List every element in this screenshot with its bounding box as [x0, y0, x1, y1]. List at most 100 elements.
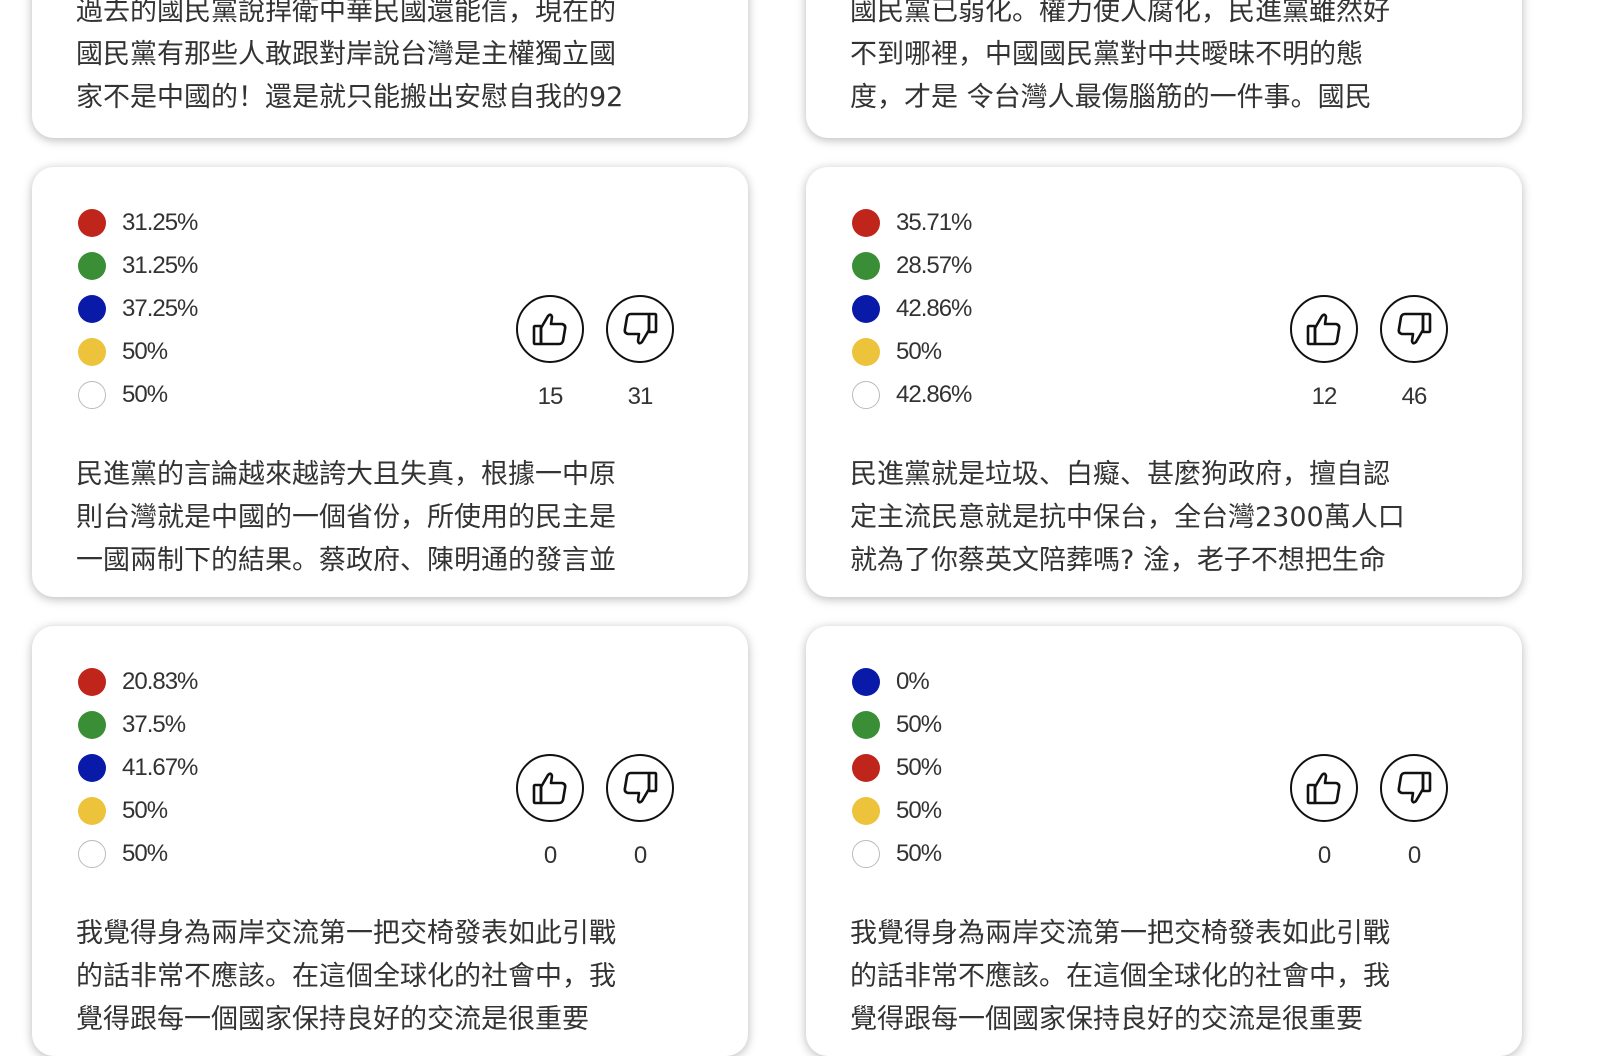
poll-percentage: 42.86%	[896, 380, 972, 408]
poll-option: 50%	[852, 789, 942, 832]
color-dot-icon	[852, 710, 880, 739]
comment-card: 0% 50% 50% 50% 50% 0 0 我覺得身為兩岸交流第一把交椅發表如此引戰 …	[806, 626, 1522, 1056]
color-dot-icon	[78, 710, 106, 739]
vote-controls: 12 46	[1288, 295, 1478, 410]
comment-card: 國民黨已弱化。權力使人腐化，民進黨雖然好 不到哪裡，中國國民黨對中共曖昧不明的態…	[806, 0, 1522, 138]
comment-text: 民進黨就是垃圾、白癡、甚麼狗政府，擅自認 定主流民意就是抗中保台，全台灣2300…	[850, 459, 1405, 576]
comment-card: 35.71% 28.57% 42.86% 50% 42.86% 12 46 民進黨就是垃…	[806, 167, 1522, 597]
poll-percentage: 37.25%	[122, 294, 198, 322]
poll-option: 50%	[78, 330, 197, 373]
dislike-button[interactable]	[606, 295, 674, 363]
comment-card: 20.83% 37.5% 41.67% 50% 50% 0 0 我覺得身為兩岸交流第一把…	[32, 626, 748, 1056]
poll-percentage: 31.25%	[122, 208, 198, 236]
color-dot-icon	[78, 337, 106, 366]
color-dot-icon	[852, 753, 880, 782]
poll-option: 50%	[78, 789, 197, 832]
like-control: 12	[1288, 295, 1360, 411]
color-dot-icon	[78, 796, 106, 825]
like-count: 0	[543, 842, 557, 869]
poll-option: 50%	[78, 373, 197, 416]
poll-stats: 35.71% 28.57% 42.86% 50% 42.86%	[852, 201, 972, 416]
like-button[interactable]	[1290, 754, 1358, 822]
poll-option: 42.86%	[852, 287, 972, 330]
color-dot-icon	[852, 380, 880, 409]
thumbs-down-icon	[1397, 771, 1432, 804]
thumbs-up-icon	[1306, 313, 1341, 346]
color-dot-icon	[78, 839, 106, 868]
like-control: 15	[514, 295, 586, 411]
color-dot-icon	[78, 251, 106, 280]
comment-card: 過去的國民黨說捍衛中華民國還能信，現在的 國民黨有那些人敢跟對岸說台灣是主權獨立…	[32, 0, 748, 138]
poll-option: 37.25%	[78, 287, 198, 330]
vote-controls: 0 0	[1288, 754, 1478, 869]
dislike-count: 0	[633, 842, 647, 869]
color-dot-icon	[852, 839, 880, 868]
poll-percentage: 31.25%	[122, 251, 198, 279]
poll-option: 37.5%	[78, 703, 197, 746]
poll-option: 50%	[852, 832, 942, 875]
dislike-control: 46	[1378, 295, 1450, 411]
like-button[interactable]	[516, 295, 584, 363]
thumbs-up-icon	[1306, 772, 1341, 805]
poll-percentage: 50%	[896, 753, 942, 781]
dislike-button[interactable]	[606, 754, 674, 822]
poll-option: 50%	[852, 703, 942, 746]
color-dot-icon	[78, 208, 106, 237]
dislike-control: 0	[604, 754, 676, 870]
poll-option: 20.83%	[78, 660, 198, 703]
poll-option: 41.67%	[78, 746, 198, 789]
poll-stats: 20.83% 37.5% 41.67% 50% 50%	[78, 660, 198, 875]
comment-text: 國民黨已弱化。權力使人腐化，民進黨雖然好 不到哪裡，中國國民黨對中共曖昧不明的態…	[850, 0, 1390, 113]
poll-option: 50%	[852, 330, 971, 373]
thumbs-up-icon	[532, 772, 567, 805]
comment-text: 民進黨的言論越來越誇大且失真，根據一中原 則台灣就是中國的一個省份，所使用的民主…	[76, 459, 616, 576]
poll-option: 31.25%	[78, 244, 198, 287]
poll-stats: 31.25% 31.25% 37.25% 50% 50%	[78, 201, 198, 416]
comment-card: 31.25% 31.25% 37.25% 50% 50% 15 31 民進黨的言論越來越…	[32, 167, 748, 597]
poll-percentage: 50%	[896, 796, 942, 824]
dislike-count: 46	[1401, 383, 1428, 410]
dislike-count: 31	[627, 383, 654, 410]
like-button[interactable]	[1290, 295, 1358, 363]
comment-text: 過去的國民黨說捍衛中華民國還能信，現在的 國民黨有那些人敢跟對岸說台灣是主權獨立…	[76, 0, 624, 113]
poll-percentage: 50%	[122, 337, 168, 365]
poll-percentage: 35.71%	[896, 208, 972, 236]
poll-percentage: 50%	[896, 337, 942, 365]
poll-option: 50%	[78, 832, 197, 875]
poll-percentage: 28.57%	[896, 251, 972, 279]
poll-stats: 0% 50% 50% 50% 50%	[852, 660, 942, 875]
poll-option: 35.71%	[852, 201, 972, 244]
poll-percentage: 50%	[896, 710, 942, 738]
color-dot-icon	[852, 667, 880, 696]
dislike-button[interactable]	[1380, 754, 1448, 822]
like-button[interactable]	[516, 754, 584, 822]
color-dot-icon	[78, 667, 106, 696]
poll-percentage: 50%	[896, 839, 942, 867]
poll-percentage: 41.67%	[122, 753, 198, 781]
vote-controls: 15 31	[514, 295, 704, 410]
poll-option: 31.25%	[78, 201, 198, 244]
color-dot-icon	[78, 753, 106, 782]
comment-text: 我覺得身為兩岸交流第一把交椅發表如此引戰 的話非常不應該。在這個全球化的社會中，…	[76, 918, 616, 1035]
poll-percentage: 50%	[122, 839, 168, 867]
thumbs-down-icon	[623, 771, 658, 804]
poll-percentage: 20.83%	[122, 667, 198, 695]
poll-percentage: 50%	[122, 380, 168, 408]
color-dot-icon	[852, 208, 880, 237]
thumbs-down-icon	[623, 312, 658, 345]
color-dot-icon	[78, 294, 106, 323]
color-dot-icon	[852, 251, 880, 280]
poll-option: 42.86%	[852, 373, 972, 416]
poll-percentage: 50%	[122, 796, 168, 824]
thumbs-up-icon	[532, 313, 567, 346]
color-dot-icon	[852, 294, 880, 323]
like-control: 0	[1288, 754, 1360, 870]
dislike-button[interactable]	[1380, 295, 1448, 363]
comment-text: 我覺得身為兩岸交流第一把交椅發表如此引戰 的話非常不應該。在這個全球化的社會中，…	[850, 918, 1390, 1035]
poll-percentage: 37.5%	[122, 710, 186, 738]
like-count: 0	[1317, 842, 1331, 869]
color-dot-icon	[78, 380, 106, 409]
dislike-count: 0	[1407, 842, 1421, 869]
dislike-control: 31	[604, 295, 676, 411]
poll-option: 0%	[852, 660, 941, 703]
